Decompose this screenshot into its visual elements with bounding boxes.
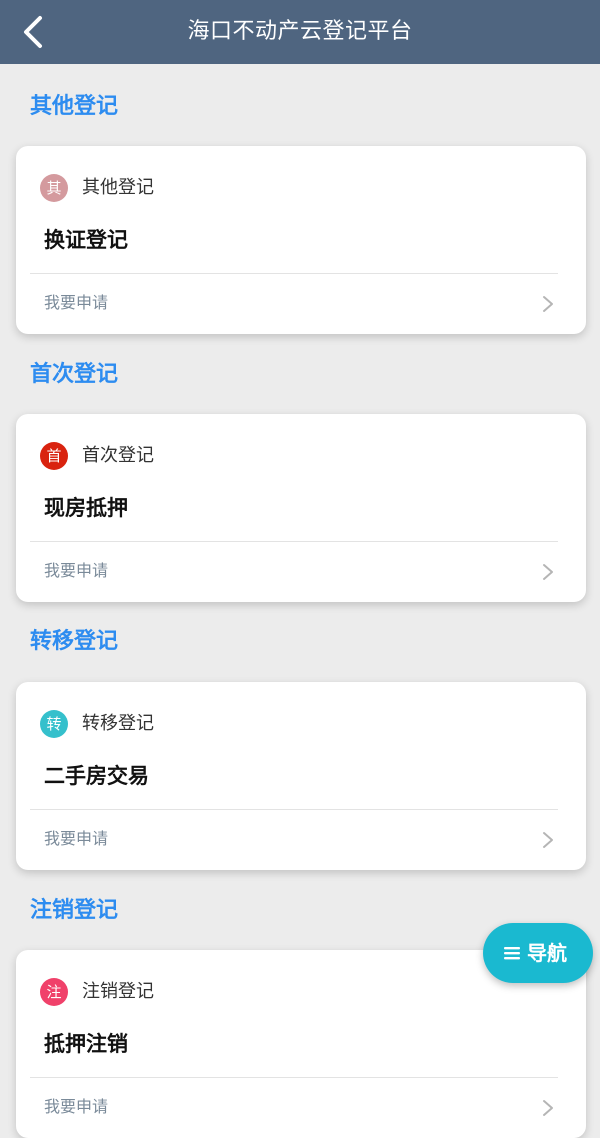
chevron-right-icon xyxy=(543,1100,553,1116)
apply-label: 我要申请 xyxy=(44,561,109,580)
card-category: 其他登记 xyxy=(82,177,154,198)
card-title: 现房抵押 xyxy=(44,496,128,520)
apply-button[interactable]: 我要申请 xyxy=(16,1078,586,1138)
chevron-right-icon xyxy=(543,832,553,848)
card-category: 首次登记 xyxy=(82,445,154,466)
registration-card[interactable]: 其 其他登记 换证登记 我要申请 xyxy=(16,146,586,334)
section-heading-other: 其他登记 xyxy=(30,94,119,119)
section-heading-first: 首次登记 xyxy=(30,362,119,387)
navigation-fab-button[interactable]: 导航 xyxy=(483,923,593,983)
page-title: 海口不动产云登记平台 xyxy=(187,19,413,44)
apply-button[interactable]: 我要申请 xyxy=(16,274,586,334)
apply-label: 我要申请 xyxy=(44,293,109,312)
card-title: 二手房交易 xyxy=(44,764,149,788)
category-badge-icon: 注 xyxy=(40,978,68,1006)
category-badge-icon: 其 xyxy=(40,174,68,202)
section-heading-cancel: 注销登记 xyxy=(30,898,119,923)
registration-card[interactable]: 首 首次登记 现房抵押 我要申请 xyxy=(16,414,586,602)
app-header: 海口不动产云登记平台 xyxy=(0,0,600,64)
section-heading-transfer: 转移登记 xyxy=(30,629,119,654)
apply-button[interactable]: 我要申请 xyxy=(16,810,586,870)
card-category: 转移登记 xyxy=(82,713,154,734)
apply-label: 我要申请 xyxy=(44,829,109,848)
chevron-right-icon xyxy=(543,296,553,312)
apply-label: 我要申请 xyxy=(44,1097,109,1116)
registration-card[interactable]: 转 转移登记 二手房交易 我要申请 xyxy=(16,682,586,870)
navigation-label: 导航 xyxy=(527,941,567,965)
card-title: 换证登记 xyxy=(44,228,128,252)
category-badge-icon: 首 xyxy=(40,442,68,470)
category-badge-icon: 转 xyxy=(40,710,68,738)
chevron-right-icon xyxy=(543,564,553,580)
card-title: 抵押注销 xyxy=(44,1032,128,1056)
menu-icon xyxy=(504,947,520,960)
card-category: 注销登记 xyxy=(82,981,154,1002)
apply-button[interactable]: 我要申请 xyxy=(16,542,586,602)
